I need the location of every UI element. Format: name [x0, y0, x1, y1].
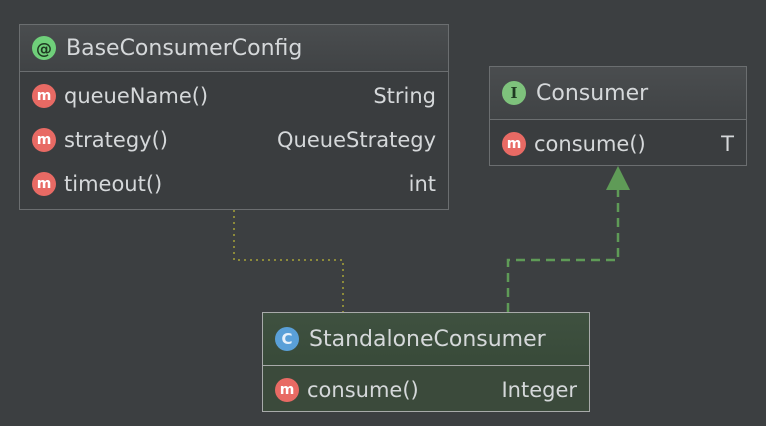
annotation-icon: @	[32, 36, 56, 60]
standalone-consumer-title: StandaloneConsumer	[309, 326, 546, 352]
method-icon: m	[32, 172, 56, 196]
member-row[interactable]: m queueName() String	[20, 74, 448, 118]
member-name: timeout()	[64, 172, 163, 196]
member-row[interactable]: m strategy() QueueStrategy	[20, 118, 448, 162]
member-name: queueName()	[64, 84, 209, 108]
member-row[interactable]: m consume() Integer	[263, 368, 589, 412]
standalone-consumer-box[interactable]: C StandaloneConsumer m consume() Integer	[262, 312, 590, 412]
annotation-link	[233, 210, 344, 312]
consumer-box[interactable]: I Consumer m consume() T	[489, 66, 747, 166]
class-icon: C	[275, 327, 299, 351]
implements-arrowhead	[606, 166, 630, 190]
implements-link	[506, 188, 620, 312]
member-name: strategy()	[64, 128, 168, 152]
base-consumer-config-title: BaseConsumerConfig	[66, 35, 303, 61]
standalone-consumer-header[interactable]: C StandaloneConsumer	[263, 313, 589, 366]
member-type: QueueStrategy	[277, 128, 436, 152]
member-name: consume()	[307, 378, 419, 402]
method-icon: m	[502, 132, 526, 156]
interface-icon: I	[502, 81, 526, 105]
member-type: int	[408, 172, 436, 196]
member-type: Integer	[501, 378, 577, 402]
consumer-title: Consumer	[536, 80, 649, 106]
method-icon: m	[32, 84, 56, 108]
method-icon: m	[275, 378, 299, 402]
member-row[interactable]: m timeout() int	[20, 162, 448, 206]
base-consumer-config-header[interactable]: @ BaseConsumerConfig	[20, 25, 448, 72]
base-consumer-config-box[interactable]: @ BaseConsumerConfig m queueName() Strin…	[19, 24, 449, 210]
member-row[interactable]: m consume() T	[490, 122, 746, 166]
member-name: consume()	[534, 132, 646, 156]
consumer-header[interactable]: I Consumer	[490, 67, 746, 120]
member-type: String	[373, 84, 436, 108]
member-type: T	[721, 132, 734, 156]
method-icon: m	[32, 128, 56, 152]
